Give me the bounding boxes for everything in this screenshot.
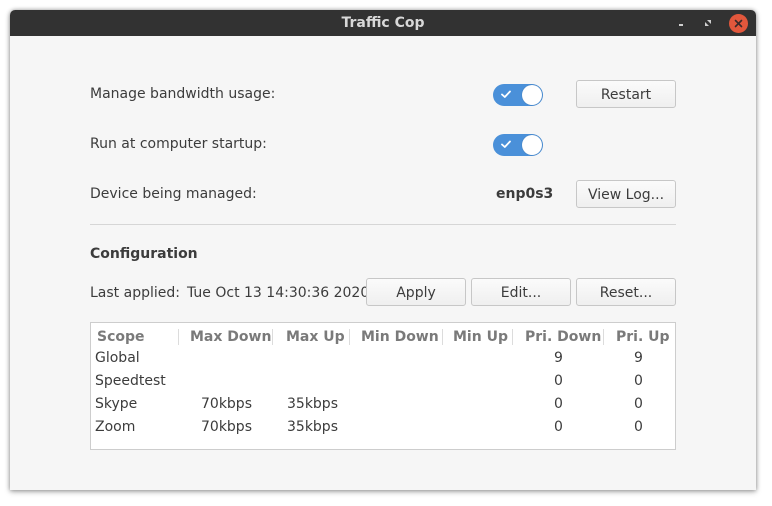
check-icon [501,140,511,148]
cell-pri-down: 0 [554,373,563,389]
view-log-button[interactable]: View Log... [576,180,676,208]
cell-scope: Zoom [95,419,136,435]
close-button[interactable] [727,13,748,33]
column-header-pri-down[interactable]: Pri. Down [525,327,601,347]
switch-knob [522,85,542,105]
cell-max-up: 35kbps [287,396,338,412]
cell-pri-up: 0 [634,419,643,435]
run-at-startup-switch[interactable] [493,134,543,156]
maximize-icon [705,20,711,26]
cell-pri-down: 9 [554,350,563,366]
column-divider [178,329,179,345]
cell-pri-up: 0 [634,373,643,389]
column-divider [272,329,273,345]
minimize-button[interactable] [671,13,691,33]
column-header-max-down[interactable]: Max Down [190,327,271,347]
window-title: Traffic Cop [341,15,425,31]
check-icon [501,90,511,98]
switch-knob [522,135,542,155]
cell-scope: Skype [95,396,138,412]
cell-pri-up: 9 [634,350,643,366]
column-header-scope[interactable]: Scope [97,327,145,347]
device-label: Device being managed: [90,186,257,202]
column-divider [442,329,443,345]
run-at-startup-label: Run at computer startup: [90,136,267,152]
cell-scope: Speedtest [95,373,166,389]
column-header-min-up[interactable]: Min Up [453,327,508,347]
column-divider [603,329,604,345]
restart-button[interactable]: Restart [576,80,676,108]
manage-bandwidth-label: Manage bandwidth usage: [90,86,276,102]
cell-max-down: 70kbps [201,396,252,412]
apply-button[interactable]: Apply [366,278,466,306]
separator [90,224,676,225]
reset-button[interactable]: Reset... [576,278,676,306]
column-header-min-down[interactable]: Min Down [361,327,439,347]
column-divider [512,329,513,345]
column-divider [349,329,350,345]
maximize-button[interactable] [698,13,718,33]
cell-pri-down: 0 [554,419,563,435]
app-window: Traffic Cop Manage bandwidth usage: Rest… [10,10,756,490]
last-applied-value: Tue Oct 13 14:30:36 2020 [187,285,370,301]
cell-max-down: 70kbps [201,419,252,435]
cell-pri-up: 0 [634,396,643,412]
cell-scope: Global [95,350,140,366]
cell-max-up: 35kbps [287,419,338,435]
configuration-title: Configuration [90,246,198,262]
edit-button[interactable]: Edit... [471,278,571,306]
manage-bandwidth-switch[interactable] [493,84,543,106]
last-applied-label: Last applied: [90,285,180,301]
close-icon [734,19,743,28]
scope-table[interactable]: Scope Max Down Max Up Min Down Min Up Pr… [90,322,676,450]
minimize-icon [679,24,683,26]
column-header-max-up[interactable]: Max Up [286,327,345,347]
cell-pri-down: 0 [554,396,563,412]
column-header-pri-up[interactable]: Pri. Up [616,327,670,347]
titlebar[interactable]: Traffic Cop [10,10,756,36]
device-value: enp0s3 [496,186,554,202]
